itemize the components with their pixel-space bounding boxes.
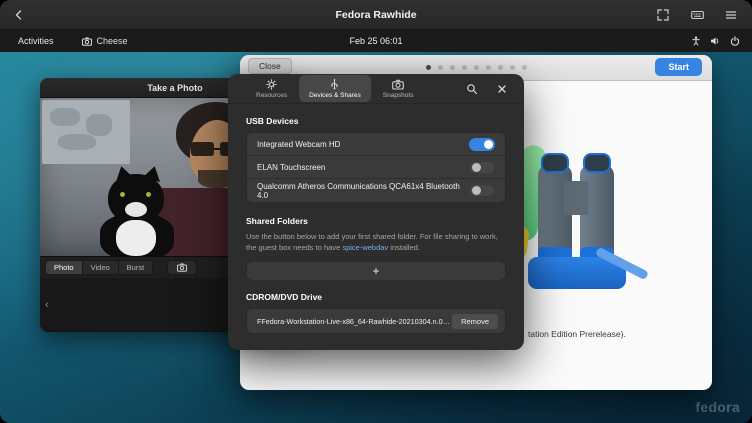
accessibility-icon <box>691 36 701 46</box>
gear-icon <box>266 79 277 90</box>
tour-binoculars-illustration <box>502 139 657 294</box>
remove-iso-button[interactable]: Remove <box>451 313 499 330</box>
scroll-left-icon[interactable]: ‹ <box>45 299 49 311</box>
usb-toggle[interactable] <box>469 138 495 151</box>
binocular-eyepiece <box>541 153 569 173</box>
search-button[interactable] <box>462 79 482 99</box>
app-menu-cheese[interactable]: Cheese <box>82 36 128 46</box>
search-icon <box>466 83 478 95</box>
page-dot <box>486 65 491 70</box>
spice-webdav-link[interactable]: spice-webdav <box>342 243 388 252</box>
cheese-tab-photo[interactable]: Photo <box>45 260 83 275</box>
tab-label: Resources <box>256 92 287 99</box>
page-dot <box>498 65 503 70</box>
cdrom-section-title: CDROM/DVD Drive <box>246 292 506 302</box>
usb-device-row: Qualcomm Atheros Communications QCA61x4 … <box>247 179 505 202</box>
vm-properties-dialog: Resources Devices & Shares Snapshots <box>228 74 524 350</box>
boxes-window: Fedora Rawhide Activities Cheese Feb 25 … <box>0 0 752 423</box>
app-menu-label: Cheese <box>97 36 128 46</box>
description-text: installed. <box>388 243 420 252</box>
tab-label: Devices & Shares <box>309 92 361 99</box>
page-dot <box>462 65 467 70</box>
cat-muzzle <box>125 202 147 217</box>
usb-device-row: Integrated Webcam HD <box>247 133 505 156</box>
camera-app-icon <box>82 37 92 46</box>
fullscreen-button[interactable] <box>652 4 674 26</box>
dialog-content: USB Devices Integrated Webcam HD ELAN To… <box>228 104 524 334</box>
add-shared-folder-button[interactable]: + <box>246 261 506 281</box>
page-dot <box>426 65 431 70</box>
cheese-title: Take a Photo <box>147 83 202 93</box>
usb-toggle[interactable] <box>469 184 495 197</box>
dialog-tabs: Resources Devices & Shares Snapshots <box>246 75 423 102</box>
shell-system-tray[interactable] <box>691 36 740 46</box>
dialog-tab-resources[interactable]: Resources <box>246 75 297 102</box>
window-title: Fedora Rawhide <box>0 9 752 21</box>
tab-label: Snapshots <box>383 92 414 99</box>
vm-shell-panel: Activities Cheese Feb 25 06:01 <box>0 30 752 52</box>
camera-shutter-icon <box>177 263 187 272</box>
keyboard-button[interactable] <box>686 4 708 26</box>
take-photo-button[interactable] <box>167 260 197 275</box>
tour-caption: tation Edition Prerelease). <box>528 329 626 339</box>
cat-chest <box>116 220 156 256</box>
usb-device-row: ELAN Touchscreen <box>247 156 505 179</box>
back-button[interactable] <box>8 4 30 26</box>
fullscreen-icon <box>657 9 669 21</box>
iso-filename: FFedora-Workstation-Live-x86_64-Rawhide-… <box>257 317 451 326</box>
usb-device-name: Integrated Webcam HD <box>257 140 340 149</box>
dialog-tab-snapshots[interactable]: Snapshots <box>373 75 424 102</box>
close-icon <box>497 84 507 94</box>
shared-folders-description: Use the button below to add your first s… <box>246 232 506 253</box>
usb-section-title: USB Devices <box>246 116 506 126</box>
page-dot <box>474 65 479 70</box>
volume-icon <box>710 36 721 46</box>
snapshot-camera-icon <box>392 79 404 90</box>
fedora-watermark: fedora <box>695 399 740 415</box>
dialog-tab-devices-shares[interactable]: Devices & Shares <box>299 75 371 102</box>
usb-toggle[interactable] <box>469 161 495 174</box>
power-icon <box>730 36 740 46</box>
activities-button[interactable]: Activities <box>14 34 58 48</box>
vm-desktop: fedora Close Start <box>0 52 752 423</box>
cat <box>106 168 196 256</box>
binocular-eyepiece <box>583 153 611 173</box>
cheese-tab-burst[interactable]: Burst <box>119 260 154 275</box>
menu-button[interactable] <box>720 4 742 26</box>
page-dot <box>450 65 455 70</box>
tour-start-button[interactable]: Start <box>655 58 702 76</box>
usb-device-name: ELAN Touchscreen <box>257 163 325 172</box>
wall-map <box>42 100 130 164</box>
keyboard-icon <box>691 9 704 21</box>
binocular-bridge <box>564 181 588 215</box>
usb-device-list: Integrated Webcam HD ELAN Touchscreen Qu… <box>246 132 506 203</box>
window-titlebar: Fedora Rawhide <box>0 0 752 30</box>
page-dot <box>522 65 527 70</box>
cheese-tab-video[interactable]: Video <box>83 260 119 275</box>
page-dot <box>510 65 515 70</box>
page-dot <box>438 65 443 70</box>
cdrom-row: FFedora-Workstation-Live-x86_64-Rawhide-… <box>246 308 506 334</box>
hamburger-menu-icon <box>725 9 737 21</box>
usb-device-name: Qualcomm Atheros Communications QCA61x4 … <box>257 182 469 200</box>
usb-icon <box>330 78 339 90</box>
dialog-close-button[interactable] <box>492 79 512 99</box>
shared-folders-title: Shared Folders <box>246 216 506 226</box>
dialog-header: Resources Devices & Shares Snapshots <box>228 74 524 104</box>
